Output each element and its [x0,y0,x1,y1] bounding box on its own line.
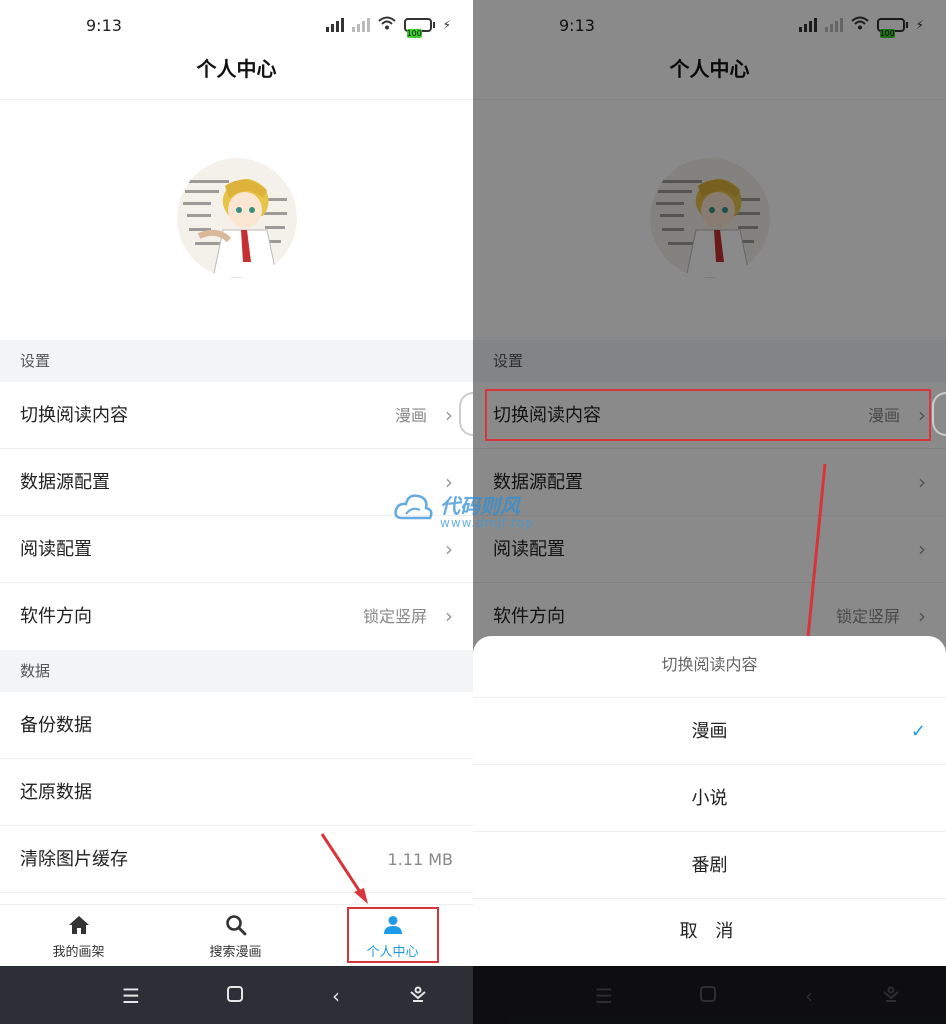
sheet-option-novel[interactable]: 小说 [473,765,946,832]
annotation-highlight-box [347,907,439,963]
home-button-icon[interactable] [226,984,244,1008]
side-drawer-handle[interactable] [459,392,473,436]
battery-level: 100 [406,28,422,38]
status-icons: 100 ⚡ [325,16,451,38]
row-label: 软件方向 [20,606,92,627]
row-label: 阅读配置 [20,539,92,560]
status-time: 9:13 [86,16,122,35]
row-label: 清除图片缓存 [20,849,128,870]
cancel-button[interactable]: 取 消 [473,899,946,965]
row-value: 漫画 [394,406,427,425]
sheet-option-comic[interactable]: 漫画 ✓ [473,698,946,765]
watermark-url: www.dmjf.top [440,516,534,530]
row-label: 切换阅读内容 [20,405,128,426]
sheet-option-anime[interactable]: 番剧 [473,832,946,899]
watermark-name: 代码则风 [440,494,520,518]
status-bar: 9:13 100 ⚡ [0,0,473,52]
assistant-icon[interactable] [408,984,428,1009]
option-label: 漫画 [691,721,728,742]
option-label: 小说 [691,788,728,809]
sheet-title: 切换阅读内容 [473,636,946,698]
nav-label: 搜索漫画 [209,945,262,960]
cellular-signal-icon [325,17,344,32]
row-clear-cache[interactable]: 清除图片缓存 1.11 MB [0,826,473,893]
row-restore[interactable]: 还原数据 [0,759,473,826]
screenshot-stage: 9:13 100 ⚡ 个人中心 设置 切换阅读内容 漫画 › 数据源配置 › 阅… [0,0,946,1024]
cloud-logo-icon [394,494,433,520]
section-header-data: 数据 [0,650,473,692]
nav-label: 我的画架 [52,945,105,960]
row-read-content[interactable]: 切换阅读内容 漫画 › [0,382,473,449]
charging-icon: ⚡ [442,17,451,32]
system-nav-bar: ☰ ‹ [0,966,473,1024]
checkmark-icon: ✓ [910,721,926,742]
annotation-arrow [320,833,368,904]
row-label: 还原数据 [20,782,92,803]
bottom-sheet: 切换阅读内容 漫画 ✓ 小说 番剧 取 消 [473,636,946,966]
section-header-settings: 设置 [0,340,473,382]
row-backup[interactable]: 备份数据 [0,692,473,759]
nav-item-shelf[interactable]: 我的画架 [0,905,157,967]
wifi-icon [377,16,396,33]
battery-icon: 100 [403,17,435,38]
avatar[interactable] [177,158,297,278]
avatar-area [0,100,473,340]
row-label: 备份数据 [20,715,92,736]
menu-icon[interactable]: ☰ [122,984,140,1008]
home-icon [68,916,89,934]
row-value: 锁定竖屏 [362,607,427,626]
nav-item-search[interactable]: 搜索漫画 [157,905,314,967]
option-label: 番剧 [691,855,728,876]
page-title: 个人中心 [0,52,473,100]
chevron-right-icon: › [445,403,453,427]
row-label: 数据源配置 [20,472,110,493]
watermark: 代码则风 www.dmjf.top [392,488,582,538]
side-drawer-handle[interactable] [932,392,946,436]
chevron-right-icon: › [445,604,453,628]
back-icon[interactable]: ‹ [332,984,340,1008]
row-value: 1.11 MB [387,850,454,869]
search-icon [225,915,246,936]
row-orientation[interactable]: 软件方向 锁定竖屏 › [0,583,473,650]
annotation-highlight-box [485,389,931,441]
cellular-signal-2-icon [351,17,370,32]
